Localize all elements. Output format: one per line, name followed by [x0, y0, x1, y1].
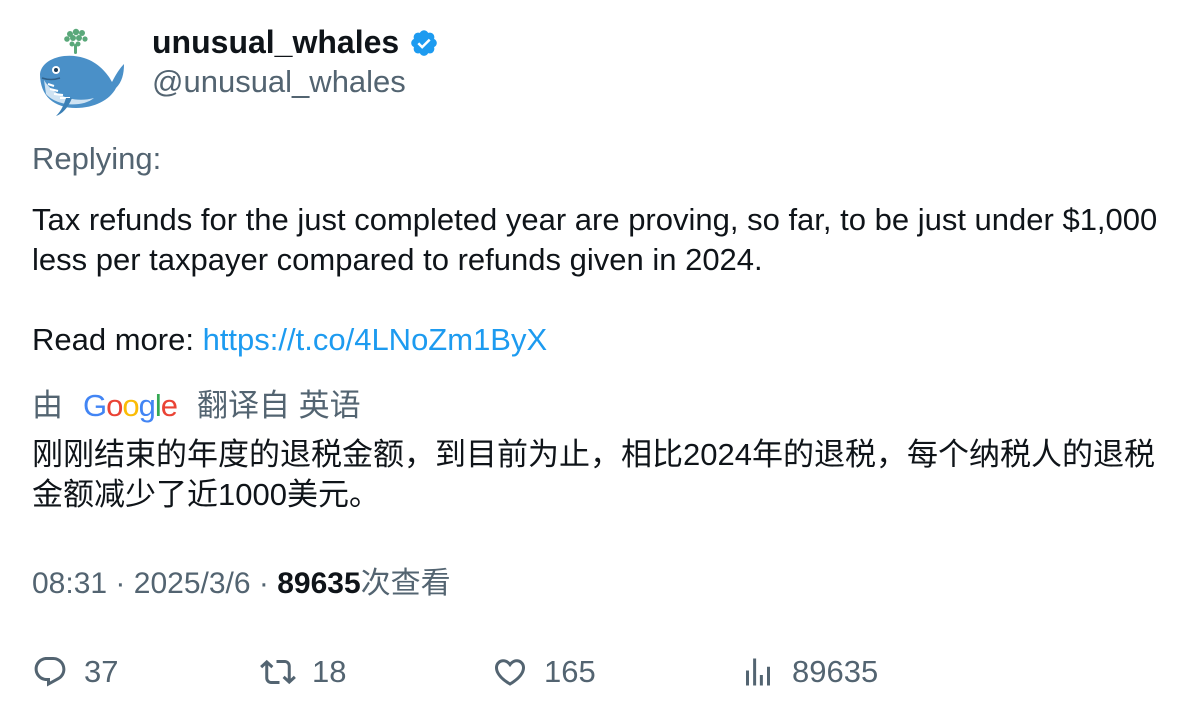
like-button[interactable]: 165: [492, 650, 596, 694]
meta-separator: ·: [258, 567, 269, 600]
tweet-link[interactable]: https://t.co/4LNoZm1ByX: [203, 322, 548, 357]
reply-icon: [34, 657, 66, 687]
views-button[interactable]: 89635: [740, 650, 878, 694]
tweet-body: Tax refunds for the just completed year …: [32, 202, 1158, 277]
translated-by-label: 由: [32, 388, 63, 423]
tweet-meta: 08:31 · 2025/3/6 · 89635次查看: [32, 564, 451, 604]
translation-attribution: 由 Google 翻译自 英语: [32, 386, 361, 426]
read-more-line: Read more: https://t.co/4LNoZm1ByX: [32, 320, 1172, 360]
reply-count: 37: [84, 654, 119, 689]
action-bar: 37 18 165 89635: [32, 650, 1172, 694]
tweet-date[interactable]: 2025/3/6: [134, 567, 251, 600]
whale-logo-icon: [40, 28, 124, 116]
translated-from-label: 翻译自 英语: [197, 388, 361, 423]
verified-badge-icon: [411, 30, 437, 56]
read-more-label: Read more:: [32, 322, 203, 357]
heart-icon: [494, 659, 526, 686]
retweet-button[interactable]: 18: [260, 650, 346, 694]
retweet-icon: [260, 659, 296, 685]
views-count: 89635: [277, 567, 361, 600]
meta-separator: ·: [115, 567, 126, 600]
tweet-text: Tax refunds for the just completed year …: [32, 200, 1172, 360]
retweet-count: 18: [312, 654, 347, 689]
replying-label: Replying:: [32, 141, 162, 176]
author-display-name: unusual_whales: [152, 24, 400, 60]
views-action-count: 89635: [792, 654, 879, 689]
views-label: 次查看: [360, 567, 451, 600]
author-name[interactable]: unusual_whales: [152, 22, 439, 62]
google-logo-icon: Google: [83, 388, 178, 423]
like-count: 165: [544, 654, 596, 689]
reply-button[interactable]: 37: [32, 650, 118, 694]
translated-text: 刚刚结束的年度的退税金额，到目前为止，相比2024年的退税，每个纳税人的退税金额…: [32, 437, 1155, 512]
avatar[interactable]: [32, 24, 128, 120]
tweet-time[interactable]: 08:31: [32, 567, 107, 600]
author-handle[interactable]: @unusual_whales: [152, 62, 406, 102]
analytics-icon: [746, 658, 770, 686]
